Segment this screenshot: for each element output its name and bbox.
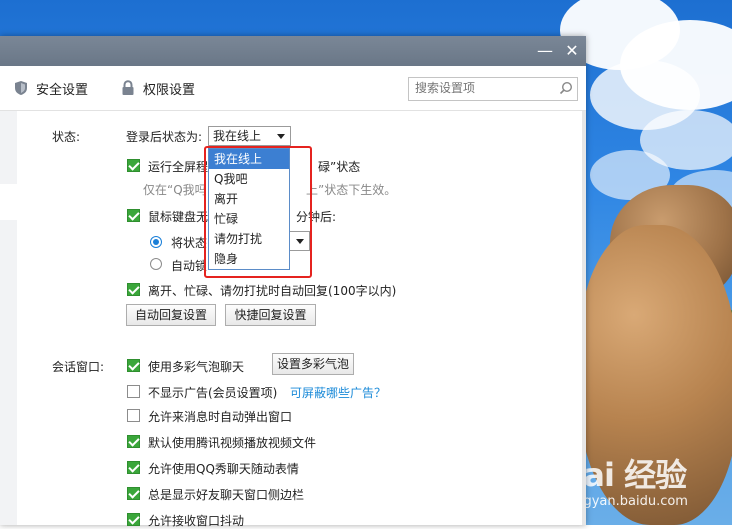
fullscreen-note-start: 仅在“Q我吗 xyxy=(143,183,207,197)
idle-checkbox[interactable] xyxy=(127,209,140,222)
left-nav-selected xyxy=(0,184,17,220)
left-nav-strip xyxy=(0,111,17,525)
dropdown-option-q-me[interactable]: Q我吧 xyxy=(209,169,289,189)
no-ads-label: 不显示广告(会员设置项) xyxy=(148,386,278,400)
chevron-down-icon xyxy=(296,239,304,244)
bubble-label: 使用多彩气泡聊天 xyxy=(148,360,245,374)
dropdown-option-invisible[interactable]: 隐身 xyxy=(209,249,289,269)
change-status-label: 将状态 xyxy=(171,236,208,250)
idle-label-end: 分钟后: xyxy=(296,210,337,224)
quick-reply-settings-button[interactable]: 快捷回复设置 xyxy=(225,304,316,326)
chevron-down-icon xyxy=(277,134,285,139)
shield-icon xyxy=(15,81,27,95)
chat-sidebar-label: 总是显示好友聊天窗口侧边栏 xyxy=(148,488,305,502)
window-shake-checkbox[interactable] xyxy=(127,513,140,526)
bubble-settings-button[interactable]: 设置多彩气泡 xyxy=(272,353,354,375)
auto-lock-label: 自动锁 xyxy=(171,259,208,273)
scrollbar[interactable] xyxy=(582,111,586,525)
auto-reply-checkbox[interactable] xyxy=(127,283,140,296)
settings-window: — ✕ 安全设置 权限设置 xyxy=(0,36,586,525)
fullscreen-checkbox[interactable] xyxy=(127,159,140,172)
tencent-video-label: 默认使用腾讯视频播放视频文件 xyxy=(148,436,317,450)
fullscreen-label-end: 碌”状态 xyxy=(318,160,361,174)
window-shake-label: 允许接收窗口抖动 xyxy=(148,514,245,528)
permission-settings-tab[interactable]: 权限设置 xyxy=(121,78,195,98)
dropdown-option-busy[interactable]: 忙碌 xyxy=(209,209,289,229)
no-ads-checkbox[interactable] xyxy=(127,385,140,398)
chat-sidebar-checkbox[interactable] xyxy=(127,487,140,500)
change-status-radio[interactable] xyxy=(150,236,162,248)
auto-popup-label: 允许来消息时自动弹出窗口 xyxy=(148,410,293,424)
auto-reply-settings-button[interactable]: 自动回复设置 xyxy=(126,304,216,326)
session-section-label: 会话窗口: xyxy=(52,360,105,374)
qq-show-checkbox[interactable] xyxy=(127,461,140,474)
auto-reply-label: 离开、忙碌、请勿打扰时自动回复(100字以内) xyxy=(148,284,397,298)
login-status-value: 我在线上 xyxy=(213,129,262,143)
close-button[interactable]: ✕ xyxy=(561,40,583,62)
permission-settings-label: 权限设置 xyxy=(143,82,196,98)
auto-lock-radio[interactable] xyxy=(150,258,162,270)
search-box xyxy=(408,77,578,101)
qq-show-label: 允许使用QQ秀聊天随动表情 xyxy=(148,462,299,476)
ads-info-link[interactable]: 可屏蔽哪些广告？ xyxy=(290,384,386,401)
login-status-select[interactable]: 我在线上 xyxy=(208,126,291,146)
idle-label-start: 鼠标键盘无 xyxy=(148,210,209,224)
title-bar: — ✕ xyxy=(0,36,586,66)
fullscreen-note-end: 上”状态下生效。 xyxy=(306,183,397,197)
search-icon[interactable] xyxy=(559,81,573,95)
status-section-label: 状态: xyxy=(52,130,81,144)
bubble-checkbox[interactable] xyxy=(127,359,140,372)
tencent-video-checkbox[interactable] xyxy=(127,435,140,448)
security-settings-tab[interactable]: 安全设置 xyxy=(14,78,88,98)
dropdown-option-away[interactable]: 离开 xyxy=(209,189,289,209)
dropdown-option-online[interactable]: 我在线上 xyxy=(209,149,289,169)
login-status-label: 登录后状态为: xyxy=(126,130,203,144)
lock-icon xyxy=(122,80,134,95)
dropdown-option-dnd[interactable]: 请勿打扰 xyxy=(209,229,289,249)
security-settings-label: 安全设置 xyxy=(36,82,89,98)
search-input[interactable] xyxy=(409,78,555,98)
minimize-button[interactable]: — xyxy=(534,40,556,62)
status-dropdown-list: 我在线上 Q我吧 离开 忙碌 请勿打扰 隐身 xyxy=(208,148,290,270)
fullscreen-label-start: 运行全屏程 xyxy=(148,160,209,174)
auto-popup-checkbox[interactable] xyxy=(127,409,140,422)
